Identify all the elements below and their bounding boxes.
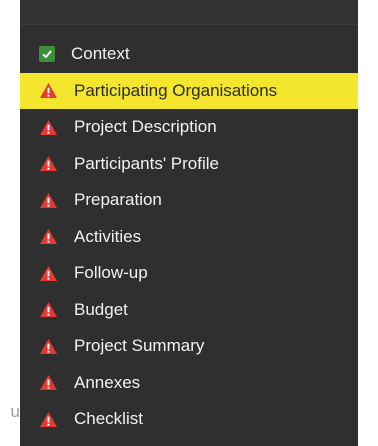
warning-icon — [40, 229, 57, 245]
menu-item-project-description[interactable]: Project Description — [20, 109, 358, 146]
menu-item-label: Budget — [74, 299, 128, 319]
check-icon — [39, 46, 55, 63]
warning-icon — [40, 265, 57, 281]
menu-item-context[interactable]: Context — [20, 36, 358, 73]
menu-item-label: Annexes — [74, 372, 141, 392]
section-menu-panel: Context Participating Organisations Proj… — [20, 0, 358, 446]
menu-item-label: Project Summary — [74, 336, 205, 356]
menu-item-participants-profile[interactable]: Participants' Profile — [20, 146, 358, 183]
menu-item-checklist[interactable]: Checklist — [20, 401, 358, 438]
menu-item-label: Project Description — [74, 117, 217, 137]
menu-item-label: Follow-up — [74, 263, 148, 283]
warning-icon — [40, 83, 57, 99]
warning-icon — [40, 119, 57, 135]
warning-icon — [40, 375, 57, 391]
warning-icon — [40, 302, 57, 318]
menu-item-budget[interactable]: Budget — [20, 292, 358, 329]
menu-item-preparation[interactable]: Preparation — [20, 182, 358, 219]
menu-item-label: Checklist — [74, 409, 143, 429]
menu-item-label: Activities — [74, 226, 142, 246]
menu-item-project-summary[interactable]: Project Summary — [20, 328, 358, 365]
warning-icon — [40, 338, 57, 354]
menu-item-label: Participating Organisations — [74, 80, 278, 100]
menu-item-label: Participants' Profile — [74, 153, 219, 173]
background-text-fragment: u — [10, 402, 20, 421]
section-list: Context Participating Organisations Proj… — [20, 36, 358, 438]
warning-icon — [40, 192, 57, 208]
menu-item-label: Preparation — [74, 190, 162, 210]
menu-item-activities[interactable]: Activities — [20, 219, 358, 256]
menu-item-follow-up[interactable]: Follow-up — [20, 255, 358, 292]
warning-icon — [40, 156, 57, 172]
warning-icon — [40, 411, 57, 427]
menu-item-label: Context — [71, 44, 130, 64]
menu-item-participating-organisations[interactable]: Participating Organisations — [20, 72, 358, 109]
panel-header — [20, 0, 358, 25]
menu-item-annexes[interactable]: Annexes — [20, 365, 358, 402]
